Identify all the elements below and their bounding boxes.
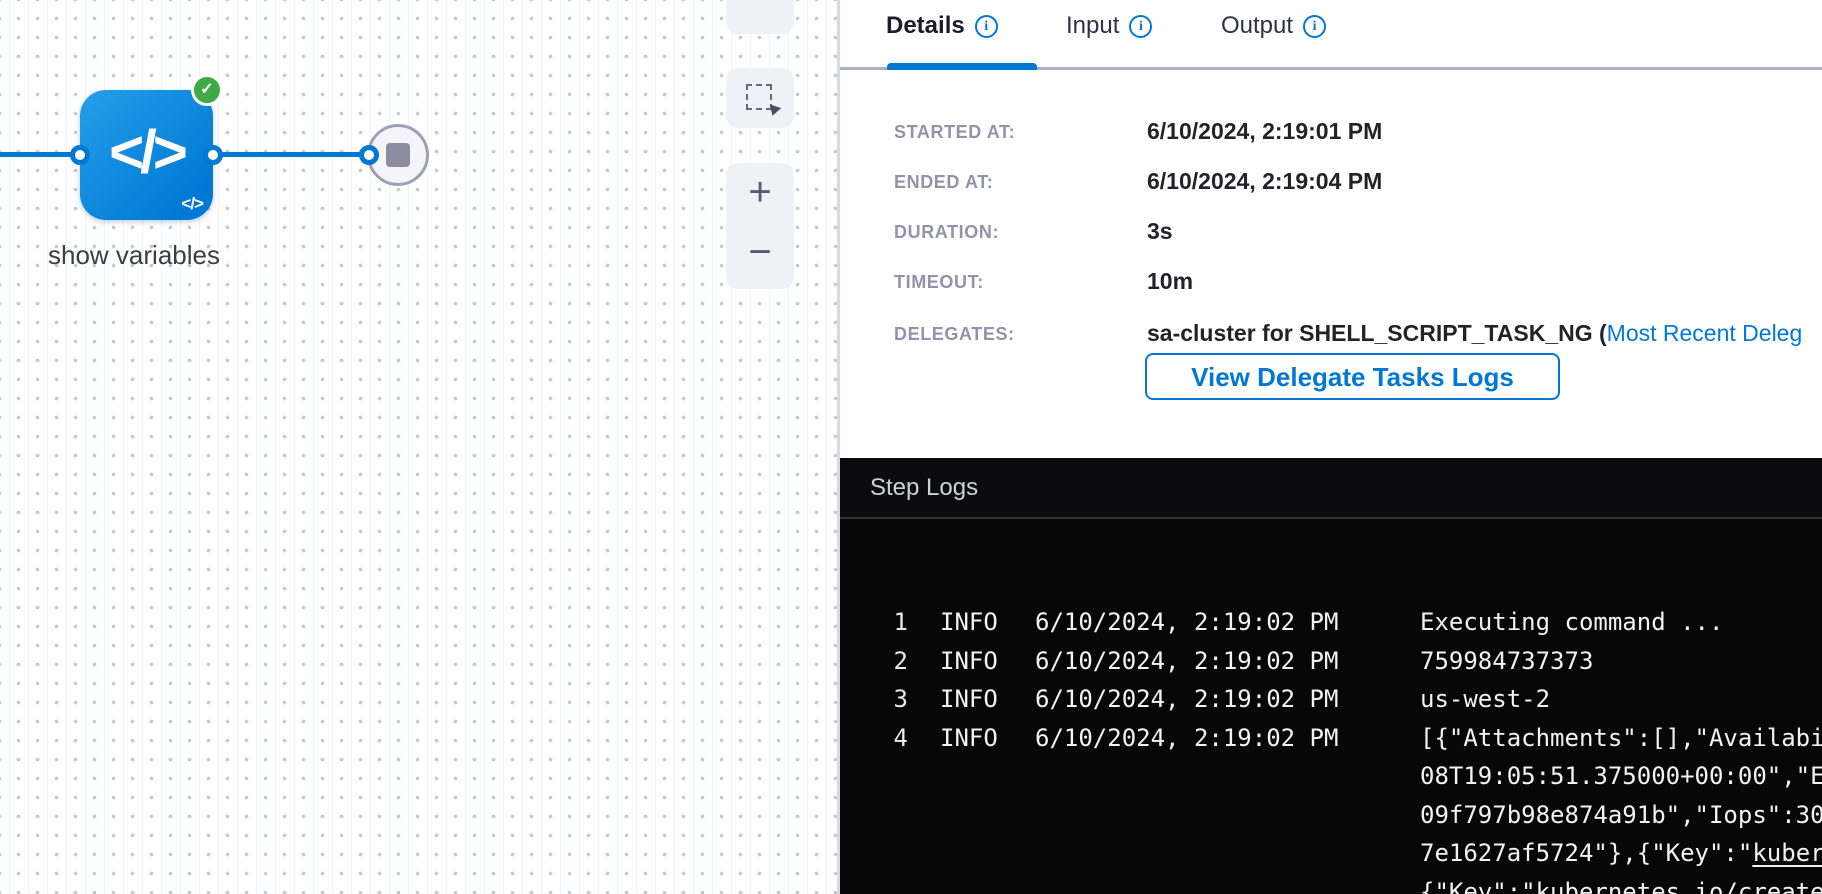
fit-to-view-button[interactable]	[726, 0, 794, 34]
info-icon[interactable]: i	[975, 15, 998, 38]
detail-row-ended-at: ENDED AT: 6/10/2024, 2:19:04 PM	[840, 172, 1822, 202]
edge-incoming	[0, 152, 80, 157]
node-port-right[interactable]	[203, 145, 223, 165]
detail-row-delegates: DELEGATES: sa-cluster for SHELL_SCRIPT_T…	[840, 324, 1822, 354]
detail-label: STARTED AT:	[894, 122, 1015, 143]
log-line-number: 4	[840, 719, 908, 758]
log-line-number: 2	[840, 642, 908, 681]
tab-details-label: Details	[886, 12, 965, 40]
log-message: 7e1627af5724"},{"Key":"kubern	[1420, 834, 1822, 873]
delegate-name: sa-cluster for SHELL_SCRIPT_TASK_NG (	[1147, 320, 1607, 346]
step-logs-title: Step Logs	[870, 474, 978, 502]
pipeline-canvas[interactable]: </> </> ✓ show variables + −	[0, 0, 837, 894]
detail-label: DELEGATES:	[894, 324, 1015, 345]
detail-value: 6/10/2024, 2:19:01 PM	[1147, 118, 1382, 145]
tabs-header: Details i Input i Output i	[840, 0, 1822, 70]
log-line: 1 INFO 6/10/2024, 2:19:02 PM Executing c…	[840, 603, 1822, 642]
log-timestamp: 6/10/2024, 2:19:02 PM	[1035, 603, 1420, 642]
log-line-wrapped: {"Key":"kubernetes.io/create	[840, 873, 1822, 894]
detail-row-timeout: TIMEOUT: 10m	[840, 272, 1822, 302]
marquee-select-button[interactable]	[726, 68, 794, 128]
pipeline-execution-screen: </> </> ✓ show variables + − Details	[0, 0, 1822, 894]
most-recent-delegate-link[interactable]: Most Recent Deleg	[1607, 320, 1803, 346]
view-delegate-tasks-logs-button[interactable]: View Delegate Tasks Logs	[1145, 353, 1560, 400]
log-message: 08T19:05:51.375000+00:00","En	[1420, 757, 1822, 796]
log-hyperlink[interactable]: kubern	[1752, 839, 1822, 867]
tab-details[interactable]: Details i	[886, 12, 998, 40]
step-node-show-variables[interactable]: </> </>	[80, 90, 213, 220]
log-level: INFO	[940, 642, 1035, 681]
step-logs-header: Step Logs	[840, 458, 1822, 519]
zoom-in-button[interactable]: +	[726, 163, 794, 226]
info-icon[interactable]: i	[1129, 15, 1152, 38]
active-tab-underline	[887, 63, 1037, 70]
detail-value: 10m	[1147, 268, 1193, 295]
log-message: [{"Attachments":[],"Availabil	[1420, 719, 1822, 758]
node-label: show variables	[48, 240, 220, 271]
success-check-icon: ✓	[191, 74, 223, 106]
log-line-wrapped: 09f797b98e874a91b","Iops":300	[840, 796, 1822, 835]
log-message: 09f797b98e874a91b","Iops":300	[1420, 796, 1822, 835]
log-timestamp: 6/10/2024, 2:19:02 PM	[1035, 680, 1420, 719]
zoom-out-button[interactable]: −	[726, 223, 794, 286]
detail-row-duration: DURATION: 3s	[840, 222, 1822, 252]
detail-row-started-at: STARTED AT: 6/10/2024, 2:19:01 PM	[840, 122, 1822, 152]
log-message: us-west-2	[1420, 680, 1822, 719]
edge-outgoing	[213, 152, 369, 157]
log-line: 3 INFO 6/10/2024, 2:19:02 PM us-west-2	[840, 680, 1822, 719]
log-timestamp: 6/10/2024, 2:19:02 PM	[1035, 719, 1420, 758]
log-timestamp: 6/10/2024, 2:19:02 PM	[1035, 642, 1420, 681]
code-small-icon: </>	[181, 194, 203, 214]
detail-value: sa-cluster for SHELL_SCRIPT_TASK_NG (Mos…	[1147, 320, 1802, 347]
log-line: 4 INFO 6/10/2024, 2:19:02 PM [{"Attachme…	[840, 719, 1822, 758]
zoom-controls: + −	[726, 163, 794, 289]
info-icon[interactable]: i	[1303, 15, 1326, 38]
log-message: Executing command ...	[1420, 603, 1822, 642]
tab-input[interactable]: Input i	[1066, 12, 1152, 40]
log-message: 759984737373	[1420, 642, 1822, 681]
end-node-port[interactable]	[359, 145, 379, 165]
log-line-number: 3	[840, 680, 908, 719]
marquee-arrow-icon	[767, 104, 782, 117]
code-icon: </>	[80, 118, 213, 187]
log-line-wrapped: 7e1627af5724"},{"Key":"kubern	[840, 834, 1822, 873]
detail-value: 3s	[1147, 218, 1173, 245]
detail-label: ENDED AT:	[894, 172, 993, 193]
detail-label: DURATION:	[894, 222, 999, 243]
tab-output-label: Output	[1221, 12, 1293, 40]
log-line: 2 INFO 6/10/2024, 2:19:02 PM 75998473737…	[840, 642, 1822, 681]
step-details-panel: Details i Input i Output i STARTED AT: 6…	[837, 0, 1822, 894]
tab-input-label: Input	[1066, 12, 1119, 40]
log-level: INFO	[940, 680, 1035, 719]
tab-output[interactable]: Output i	[1221, 12, 1326, 40]
log-level: INFO	[940, 719, 1035, 758]
node-port-left[interactable]	[70, 145, 90, 165]
detail-label: TIMEOUT:	[894, 272, 984, 293]
detail-value: 6/10/2024, 2:19:04 PM	[1147, 168, 1382, 195]
log-line-number: 1	[840, 603, 908, 642]
log-message: {"Key":"kubernetes.io/create	[1420, 873, 1822, 894]
stop-square-icon	[386, 143, 410, 167]
step-logs-console[interactable]: 1 INFO 6/10/2024, 2:19:02 PM Executing c…	[840, 519, 1822, 894]
log-line-wrapped: 08T19:05:51.375000+00:00","En	[840, 757, 1822, 796]
log-level: INFO	[940, 603, 1035, 642]
